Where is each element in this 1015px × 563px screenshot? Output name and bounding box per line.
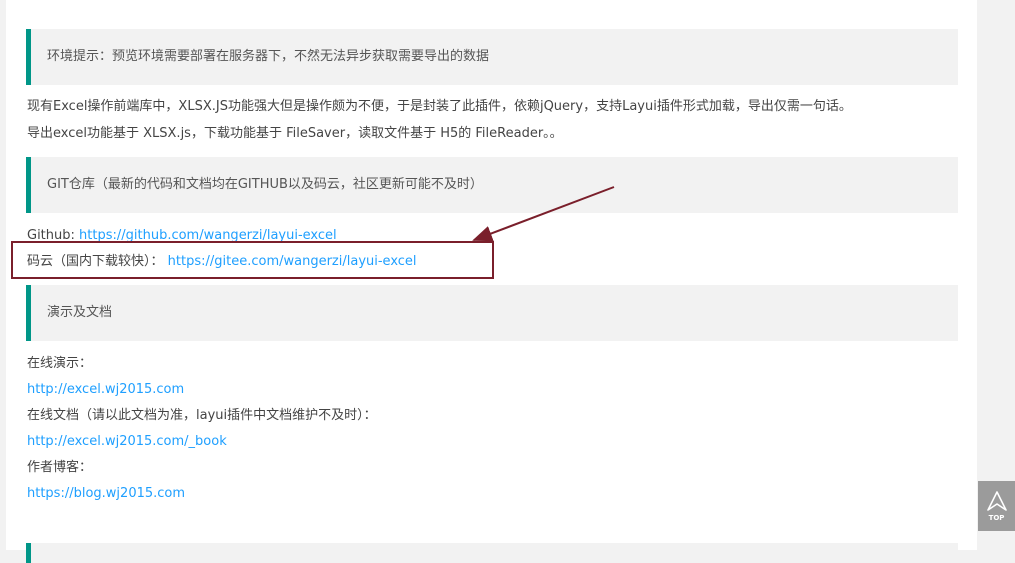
git-heading-quote: GIT仓库（最新的代码和文档均在GITHUB以及码云，社区更新可能不及时）	[26, 157, 958, 213]
intro-line-2: 导出excel功能基于 XLSX.js，下载功能基于 FileSaver，读取文…	[27, 126, 563, 141]
intro-line-1: 现有Excel操作前端库中，XLSX.JS功能强大但是操作颇为不便，于是封装了此…	[27, 99, 852, 114]
arrow-up-icon	[986, 491, 1007, 511]
blog-label: 作者博客：	[27, 460, 93, 475]
env-tip-quote: 环境提示：预览环境需要部署在服务器下，不然无法异步获取需要导出的数据	[26, 29, 958, 85]
docs-heading-text: 演示及文档	[47, 305, 113, 320]
doc-label: 在线文档（请以此文档为准，layui插件中文档维护不及时）：	[27, 408, 377, 423]
highlight-box	[11, 241, 494, 279]
env-tip-text: 环境提示：预览环境需要部署在服务器下，不然无法异步获取需要导出的数据	[47, 49, 490, 64]
back-to-top-button[interactable]: TOP	[978, 481, 1015, 531]
blog-link[interactable]: https://blog.wj2015.com	[27, 486, 185, 501]
git-heading-text: GIT仓库（最新的代码和文档均在GITHUB以及码云，社区更新可能不及时）	[47, 177, 483, 192]
doc-link[interactable]: http://excel.wj2015.com/_book	[27, 434, 227, 449]
demo-label: 在线演示：	[27, 356, 93, 371]
next-section-quote	[26, 543, 958, 563]
top-label: TOP	[988, 514, 1005, 522]
demo-link[interactable]: http://excel.wj2015.com	[27, 382, 184, 397]
docs-heading-quote: 演示及文档	[26, 285, 958, 341]
